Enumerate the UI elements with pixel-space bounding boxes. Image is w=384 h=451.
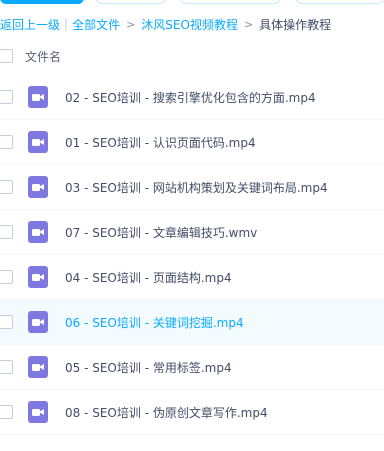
file-name[interactable]: 07 - SEO培训 - 文章编辑技巧.wmv <box>65 224 257 241</box>
file-list: 02 - SEO培训 - 搜索引擎优化包含的方面.mp4 01 - SEO培训 … <box>0 75 384 435</box>
file-row[interactable]: 08 - SEO培训 - 伪原创文章写作.mp4 <box>0 390 384 435</box>
row-checkbox[interactable] <box>0 225 13 239</box>
current-folder: 具体操作教程 <box>259 17 332 32</box>
toolbar-button[interactable] <box>96 0 166 4</box>
file-row[interactable]: 06 - SEO培训 - 关键词挖掘.mp4 <box>0 300 384 345</box>
row-checkbox[interactable] <box>0 90 13 104</box>
top-toolbar <box>0 0 384 6</box>
file-name[interactable]: 04 - SEO培训 - 页面结构.mp4 <box>65 269 232 286</box>
file-name[interactable]: 01 - SEO培训 - 认识页面代码.mp4 <box>65 134 256 151</box>
upload-button[interactable] <box>0 0 84 4</box>
row-checkbox[interactable] <box>0 315 13 329</box>
file-name[interactable]: 03 - SEO培训 - 网站机构策划及关键词布局.mp4 <box>65 179 328 196</box>
select-all-checkbox[interactable] <box>0 49 13 63</box>
file-name[interactable]: 02 - SEO培训 - 搜索引擎优化包含的方面.mp4 <box>65 89 316 106</box>
file-row[interactable]: 02 - SEO培训 - 搜索引擎优化包含的方面.mp4 <box>0 75 384 120</box>
video-file-icon <box>28 401 48 423</box>
file-row[interactable]: 05 - SEO培训 - 常用标签.mp4 <box>0 345 384 390</box>
file-row[interactable]: 03 - SEO培训 - 网站机构策划及关键词布局.mp4 <box>0 165 384 210</box>
file-name[interactable]: 06 - SEO培训 - 关键词挖掘.mp4 <box>65 314 244 331</box>
file-row[interactable]: 04 - SEO培训 - 页面结构.mp4 <box>0 255 384 300</box>
video-file-icon <box>28 131 48 153</box>
back-link[interactable]: 返回上一级 <box>0 16 60 33</box>
file-row[interactable]: 07 - SEO培训 - 文章编辑技巧.wmv <box>0 210 384 255</box>
breadcrumb-separator: > <box>126 17 136 31</box>
file-name[interactable]: 08 - SEO培训 - 伪原创文章写作.mp4 <box>65 404 268 421</box>
row-checkbox[interactable] <box>0 405 13 419</box>
breadcrumb: 返回上一级 | 全部文件 > 沐风SEO视频教程 > 具体操作教程 <box>0 14 331 34</box>
row-checkbox[interactable] <box>0 180 13 194</box>
row-checkbox[interactable] <box>0 270 13 284</box>
folder-link[interactable]: 沐风SEO视频教程 <box>141 16 238 33</box>
breadcrumb-separator: > <box>243 17 254 31</box>
filename-column-header[interactable]: 文件名 <box>25 48 61 65</box>
video-file-icon <box>28 311 48 333</box>
toolbar-button[interactable] <box>180 0 280 4</box>
all-files-link[interactable]: 全部文件 <box>72 16 120 33</box>
row-checkbox[interactable] <box>0 135 13 149</box>
breadcrumb-divider: | <box>64 17 69 31</box>
row-checkbox[interactable] <box>0 360 13 374</box>
toolbar-button[interactable] <box>296 0 384 4</box>
list-header: 文件名 <box>0 40 384 72</box>
video-file-icon <box>28 221 48 243</box>
video-file-icon <box>28 176 48 198</box>
file-row[interactable]: 01 - SEO培训 - 认识页面代码.mp4 <box>0 120 384 165</box>
video-file-icon <box>28 356 48 378</box>
video-file-icon <box>28 266 48 288</box>
video-file-icon <box>28 86 48 108</box>
file-name[interactable]: 05 - SEO培训 - 常用标签.mp4 <box>65 359 232 376</box>
